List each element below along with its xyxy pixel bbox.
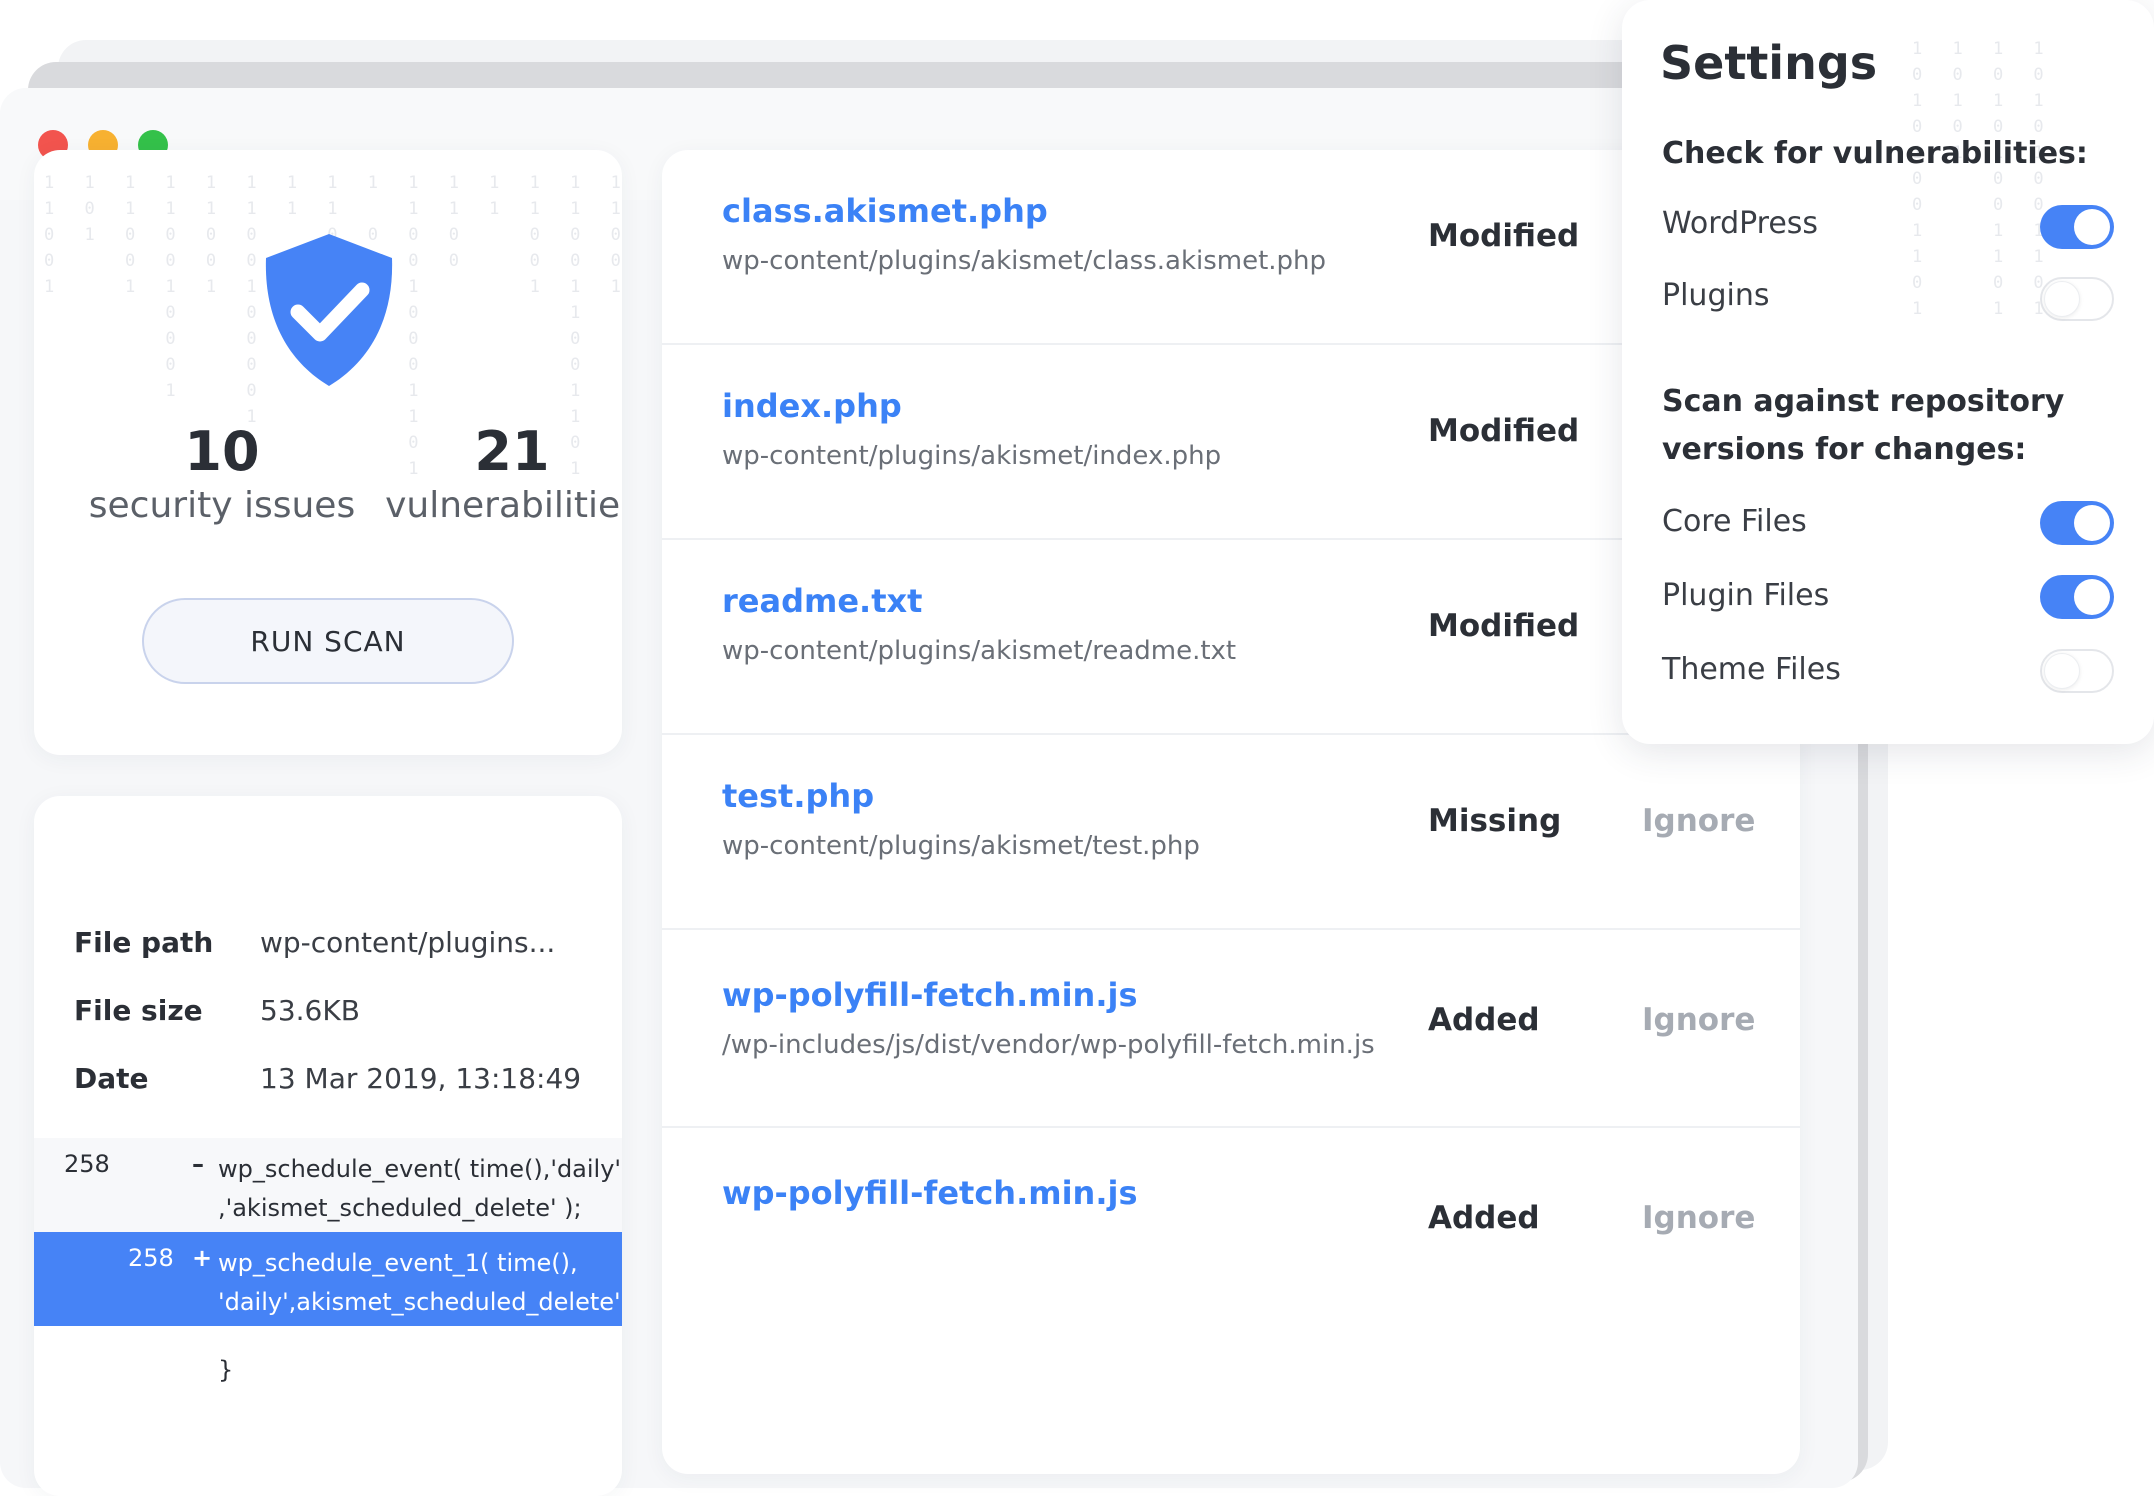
plugin-files-label: Plugin Files xyxy=(1662,578,1830,613)
file-status: Added xyxy=(1428,1200,1540,1236)
wordpress-toggle[interactable] xyxy=(2040,205,2114,249)
diff-removed-line: 258 – wp_schedule_event( time(),'daily' … xyxy=(34,1138,622,1232)
vulnerabilities-count: 21 xyxy=(474,420,550,483)
date-label: Date xyxy=(74,1062,149,1095)
security-issues-label: security issues xyxy=(88,485,356,526)
scan-summary-card: 1 1 1 1 1 1 1 1 1 1 1 1 1 1 1 1 1 1 1 1 … xyxy=(34,150,622,755)
file-path-value: wp-content/plugins... xyxy=(260,926,556,959)
diff-line-number: 258 xyxy=(64,1150,110,1178)
vulnerabilities-stat: 21 vulnerabilities xyxy=(352,420,622,526)
diff-added-code-line: wp_schedule_event_1( time(), xyxy=(218,1249,578,1277)
diff-added-code-line: 'daily',akismet_scheduled_delete' ); xyxy=(218,1288,622,1316)
file-row[interactable]: wp-polyfill-fetch.min.js Added Ignore xyxy=(662,1128,1800,1328)
file-row[interactable]: wp-polyfill-fetch.min.js /wp-includes/js… xyxy=(662,930,1800,1128)
file-status: Added xyxy=(1428,1002,1540,1038)
file-row[interactable]: test.php wp-content/plugins/akismet/test… xyxy=(662,735,1800,930)
file-status: Modified xyxy=(1428,218,1580,254)
plugins-label: Plugins xyxy=(1662,278,1770,313)
file-name-link[interactable]: index.php xyxy=(722,387,902,425)
file-status: Missing xyxy=(1428,803,1562,839)
file-path-label: File path xyxy=(74,926,214,959)
ignore-button[interactable]: Ignore xyxy=(1642,1002,1755,1038)
file-path: wp-content/plugins/akismet/test.php xyxy=(722,831,1200,861)
security-issues-count: 10 xyxy=(184,420,260,483)
diff-removed-code-line: wp_schedule_event( time(),'daily' xyxy=(218,1155,622,1183)
theme-files-label: Theme Files xyxy=(1662,652,1841,687)
file-details-card: File path wp-content/plugins... File siz… xyxy=(34,796,622,1496)
date-value: 13 Mar 2019, 13:18:49 xyxy=(260,1062,582,1095)
file-path: /wp-includes/js/dist/vendor/wp-polyfill-… xyxy=(722,1030,1375,1060)
toggle-knob xyxy=(2074,579,2110,615)
file-status: Modified xyxy=(1428,413,1580,449)
diff-removed-code: wp_schedule_event( time(),'daily' ,'akis… xyxy=(218,1150,621,1228)
binary-pattern-decoration: 1 1 1 1 1 1 1 1 1 1 0 0 0 0 0 0 0 0 0 0 … xyxy=(1912,39,2054,319)
repository-heading-line: versions for changes: xyxy=(1662,432,2027,467)
plugin-files-toggle[interactable] xyxy=(2040,575,2114,619)
ignore-button[interactable]: Ignore xyxy=(1642,1200,1755,1236)
diff-closing-brace: } xyxy=(218,1356,234,1384)
plugins-toggle[interactable] xyxy=(2040,277,2114,321)
security-issues-stat: 10 security issues xyxy=(62,420,382,526)
repository-section-heading: Scan against repository versions for cha… xyxy=(1662,378,2064,474)
diff-added-line: 258 + wp_schedule_event_1( time(), 'dail… xyxy=(34,1232,622,1326)
repository-heading-line: Scan against repository xyxy=(1662,384,2065,419)
file-path: wp-content/plugins/akismet/readme.txt xyxy=(722,636,1237,666)
settings-panel: 1 1 1 1 1 1 1 1 1 1 0 0 0 0 0 0 0 0 0 0 … xyxy=(1622,0,2154,744)
settings-title: Settings xyxy=(1660,36,1878,90)
core-files-label: Core Files xyxy=(1662,504,1807,539)
file-status: Modified xyxy=(1428,608,1580,644)
theme-files-toggle[interactable] xyxy=(2040,649,2114,693)
ignore-button[interactable]: Ignore xyxy=(1642,803,1755,839)
file-name-link[interactable]: class.akismet.php xyxy=(722,192,1048,230)
file-path: wp-content/plugins/akismet/index.php xyxy=(722,441,1222,471)
toggle-knob xyxy=(2044,281,2080,317)
diff-plus-sign: + xyxy=(192,1244,213,1272)
diff-removed-code-line: ,'akismet_scheduled_delete' ); xyxy=(218,1194,582,1222)
file-name-link[interactable]: wp-polyfill-fetch.min.js xyxy=(722,976,1138,1014)
diff-minus-sign: – xyxy=(192,1150,204,1178)
toggle-knob xyxy=(2074,209,2110,245)
diff-line-number: 258 xyxy=(128,1244,174,1272)
core-files-toggle[interactable] xyxy=(2040,501,2114,545)
file-size-value: 53.6KB xyxy=(260,994,360,1027)
file-size-label: File size xyxy=(74,994,203,1027)
toggle-knob xyxy=(2074,505,2110,541)
vulnerabilities-section-heading: Check for vulnerabilities: xyxy=(1662,136,2088,171)
file-name-link[interactable]: test.php xyxy=(722,777,874,815)
file-name-link[interactable]: readme.txt xyxy=(722,582,922,620)
run-scan-button[interactable]: RUN SCAN xyxy=(142,598,514,684)
vulnerabilities-label: vulnerabilities xyxy=(385,485,622,526)
file-path: wp-content/plugins/akismet/class.akismet… xyxy=(722,246,1327,276)
shield-check-icon xyxy=(265,234,393,386)
wordpress-label: WordPress xyxy=(1662,206,1819,241)
toggle-knob xyxy=(2044,653,2080,689)
file-name-link[interactable]: wp-polyfill-fetch.min.js xyxy=(722,1174,1138,1212)
diff-added-code: wp_schedule_event_1( time(), 'daily',aki… xyxy=(218,1244,622,1322)
